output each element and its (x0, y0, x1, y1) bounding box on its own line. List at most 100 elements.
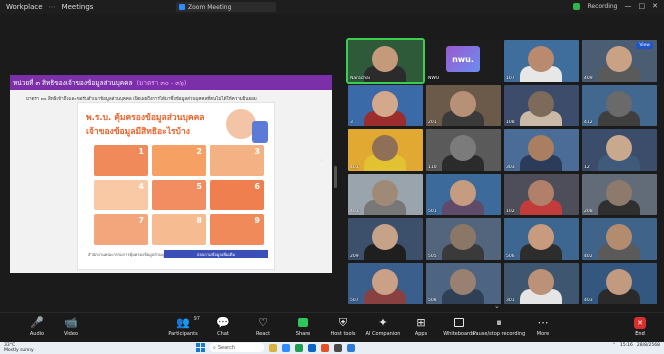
participant-name: 108 (506, 120, 515, 125)
participant-name: 209 (350, 253, 359, 259)
toolbar-label: Chat (217, 331, 229, 337)
slide-header: หน่วยที่ ๓ สิทธิของเจ้าของข้อมูลส่วนบุคค… (10, 75, 332, 90)
participant-tile[interactable]: 301 (504, 262, 579, 304)
participant-face (450, 268, 476, 295)
app-name: Workplace (6, 3, 43, 11)
nwu-logo-icon: nwu. (446, 46, 480, 72)
more-icon: ⋯ (537, 316, 549, 329)
participant-tile[interactable]: 506 (504, 218, 579, 260)
app-icon[interactable] (334, 343, 342, 352)
slide-header-range: (มาตรา ๓๐ - ๓๖) (136, 78, 187, 87)
minimize-button[interactable]: — (625, 2, 632, 10)
participant-tile[interactable]: 12 (582, 129, 657, 171)
participant-face (528, 268, 554, 295)
participant-name: 501 (428, 209, 437, 214)
participants-icon: 👥 (176, 316, 190, 329)
participant-tile[interactable]: View 409 (582, 40, 657, 82)
end-button[interactable]: ✕ End (626, 317, 654, 339)
meeting-toolbar: ✕ End 🎤 Audio 📹 Video 👥 97 Participants 💬 Chat ♡ R… (0, 312, 664, 342)
participant-tile[interactable]: 303 (504, 129, 579, 171)
shield-icon[interactable] (573, 2, 581, 10)
participant-tile[interactable]: Narachai (346, 38, 425, 84)
participant-tile[interactable]: 201 (426, 84, 501, 126)
participant-tile[interactable]: 110 (426, 129, 501, 171)
file-explorer-icon[interactable] (269, 343, 277, 352)
poster-footer-bar: สอบถามข้อมูลเพิ่มเติม (164, 250, 268, 258)
toolbar-label: Pause/stop recording (472, 331, 526, 337)
participant-face (372, 90, 398, 117)
participant-tile[interactable]: 403 (348, 173, 423, 215)
wifi-icon[interactable]: ⌃ (612, 343, 616, 348)
app-icon[interactable] (321, 343, 329, 352)
participant-tile[interactable]: 209 (348, 218, 423, 260)
search-label: Search (217, 344, 235, 351)
participant-name: 110 (428, 164, 437, 170)
participant-tile[interactable]: 508 (426, 262, 501, 304)
participant-face (372, 268, 398, 295)
participant-tile[interactable]: 507 (348, 262, 423, 304)
participant-tile[interactable]: 402 (582, 218, 657, 260)
meeting-tab[interactable]: Zoom Meeting (176, 2, 276, 12)
poster-title-line1: พ.ร.บ. คุ้มครองข้อมูลส่วนบุคคล (86, 113, 205, 123)
maximize-button[interactable]: □ (639, 2, 646, 10)
menu-dots-icon[interactable]: ⋯ (49, 3, 56, 11)
participant-name: 102 (506, 209, 515, 214)
poster-title-line2: เจ้าของข้อมูลมีสิทธิอะไรบ้าง (86, 127, 190, 137)
weather-widget[interactable]: 33°C Mostly sunny (4, 343, 34, 353)
slide-poster: พ.ร.บ. คุ้มครองข้อมูลส่วนบุคคล เจ้าของข้… (77, 102, 275, 270)
participant-name: 301 (506, 298, 515, 303)
rights-cell-number: 5 (196, 181, 202, 191)
title-right: Recording — □ ✕ (573, 2, 658, 10)
participant-tile[interactable]: 412 (582, 84, 657, 126)
expand-arrow-icon[interactable]: › (320, 156, 323, 165)
participant-face (528, 179, 554, 206)
windows-start-icon[interactable] (196, 343, 205, 352)
participant-tile[interactable]: 208 (582, 173, 657, 215)
participant-tile[interactable]: 505 (426, 218, 501, 260)
participant-tile[interactable]: 403 (582, 262, 657, 304)
toolbar-label: React (255, 331, 271, 337)
rights-cell: 8 (152, 214, 206, 245)
participant-tile[interactable]: 107 (504, 40, 579, 82)
participant-name: 107 (506, 75, 515, 81)
search-icon: ⌕ (213, 344, 216, 351)
shield-icon: ⛨ (338, 316, 348, 329)
participant-tile[interactable]: 401 (348, 129, 423, 171)
taskbar-search[interactable]: ⌕ Search (210, 343, 264, 352)
participant-tile[interactable]: 501 (426, 173, 501, 215)
view-badge[interactable]: View (636, 42, 653, 49)
participant-tile[interactable]: 3 (348, 84, 423, 126)
participant-name: 505 (428, 253, 437, 259)
more-button[interactable]: ⋯ More (520, 316, 566, 342)
shared-screen[interactable]: หน่วยที่ ๓ สิทธิของเจ้าของข้อมูลส่วนบุคค… (10, 75, 332, 273)
edge-icon[interactable] (308, 343, 316, 352)
participant-tile[interactable]: 108 (504, 84, 579, 126)
splitter-handle[interactable] (334, 166, 337, 188)
participant-tile[interactable]: 102 (504, 173, 579, 215)
menu-label[interactable]: Meetings (62, 3, 94, 11)
pause-stop-recording-button[interactable]: ⏸ Pause/stop recording (472, 316, 526, 342)
chrome-icon[interactable] (295, 343, 303, 352)
participant-face (372, 224, 398, 250)
video-button[interactable]: 📹 Video (48, 316, 94, 342)
zoom-taskbar-icon[interactable] (282, 343, 290, 352)
system-tray: ⌃ 15:16 28/8/2568 (612, 343, 660, 348)
slide-header-title: หน่วยที่ ๓ สิทธิของเจ้าของข้อมูลส่วนบุคค… (13, 78, 133, 87)
participant-tile[interactable]: nwu. NWU (426, 40, 501, 82)
participant-name: 403 (584, 298, 593, 303)
participant-name: 403 (350, 209, 359, 214)
rights-cell-number: 6 (254, 181, 260, 191)
heart-icon: ♡ (258, 316, 268, 329)
participant-name: 3 (350, 120, 353, 125)
participant-face (528, 224, 554, 250)
participant-face (372, 46, 398, 72)
chevron-down-icon[interactable]: ⌄ (494, 302, 500, 310)
participant-face (372, 179, 398, 206)
close-button[interactable]: ✕ (652, 2, 658, 10)
slide-subline: มาตรา ๓๐ สิทธิเข้าถึงและขอรับสำเนาข้อมูล… (26, 97, 257, 102)
app-icon[interactable] (347, 343, 355, 352)
participant-face (606, 46, 632, 72)
participant-name: 402 (584, 253, 593, 259)
share-screen-icon (298, 316, 308, 329)
participant-face (606, 224, 632, 250)
